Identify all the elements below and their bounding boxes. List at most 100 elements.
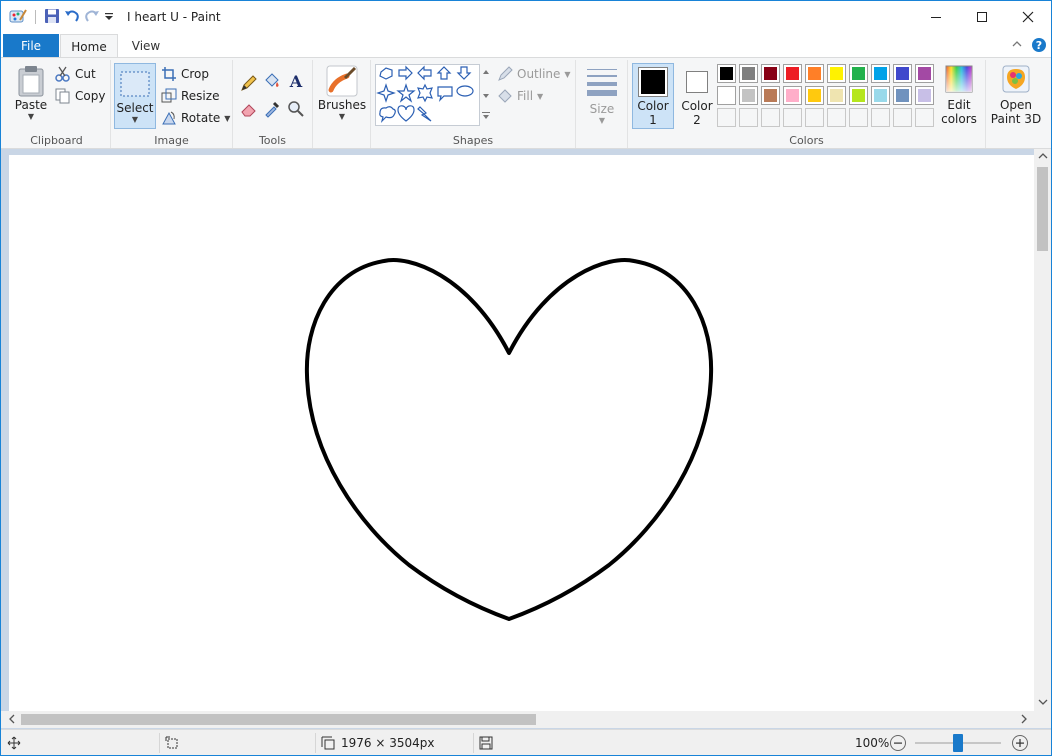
copy-button[interactable]: Copy [55,86,105,106]
shapes-scrollbar[interactable] [479,64,491,126]
custom-color-slot[interactable] [761,108,780,127]
maximize-button[interactable] [959,1,1005,33]
vertical-scrollbar[interactable] [1034,149,1051,711]
color-swatch[interactable] [761,86,780,105]
color-swatch[interactable] [871,64,890,83]
color-swatch[interactable] [739,86,758,105]
brushes-dropdown-icon: ▼ [338,112,346,121]
cloud-callout-shape-icon[interactable] [379,106,396,123]
hexagon-shape-icon[interactable] [379,67,393,80]
save-icon[interactable] [44,8,60,27]
color-swatch[interactable] [761,64,780,83]
brushes-button[interactable]: Brushes ▼ [317,64,367,121]
right-arrow-shape-icon[interactable] [398,65,413,81]
redo-icon[interactable] [84,8,100,27]
minimize-button[interactable] [913,1,959,33]
color-swatch[interactable] [849,64,868,83]
scroll-left-icon[interactable] [7,714,17,727]
color1-number: 1 [649,113,657,127]
color-swatch[interactable] [739,64,758,83]
color-swatch[interactable] [915,86,934,105]
rounded-callout-shape-icon[interactable] [437,86,453,102]
edit-colors-button[interactable]: Edit colors [938,64,980,126]
custom-color-slot[interactable] [871,108,890,127]
scroll-right-icon[interactable] [1019,714,1029,727]
color-swatch[interactable] [783,86,802,105]
fill-button[interactable]: Fill ▼ [497,86,543,106]
eraser-icon[interactable] [240,100,258,121]
resize-button[interactable]: Resize [161,86,219,106]
close-button[interactable] [1005,1,1051,33]
color-swatch[interactable] [805,86,824,105]
custom-color-slot[interactable] [915,108,934,127]
color1-button[interactable]: Color 1 [632,63,674,129]
custom-color-slot[interactable] [717,108,736,127]
color-swatch[interactable] [827,64,846,83]
zoom-level: 100% [855,736,890,750]
color-swatch[interactable] [717,86,736,105]
outline-button[interactable]: Outline ▼ [497,64,571,84]
rotate-dropdown-icon: ▼ [224,113,231,123]
left-arrow-shape-icon[interactable] [417,65,432,81]
color-swatch-fill [830,67,843,80]
oval-callout-shape-icon[interactable] [456,85,474,97]
crop-button[interactable]: Crop [161,64,209,84]
open-paint3d-button[interactable]: Open Paint 3D [990,64,1042,126]
text-icon[interactable]: A [287,72,305,93]
up-arrow-shape-icon[interactable] [436,66,452,80]
ribbon: Paste ▼ Cut Copy Clipboard Select ▼ Crop… [1,57,1051,149]
color-swatch[interactable] [827,86,846,105]
vertical-scroll-thumb[interactable] [1037,167,1048,251]
select-icon [120,71,150,97]
cut-button[interactable]: Cut [55,64,96,84]
color-swatch[interactable] [893,64,912,83]
scroll-down-icon[interactable] [1038,697,1048,710]
color-swatch[interactable] [871,86,890,105]
file-size [479,730,493,756]
scroll-up-icon[interactable] [1038,151,1048,164]
tab-file[interactable]: File [3,34,59,58]
zoom-in-button[interactable] [1012,735,1028,751]
rotate-button[interactable]: Rotate ▼ [161,108,230,128]
color-picker-icon[interactable] [263,100,281,121]
customize-qat-icon[interactable] [104,10,114,25]
custom-color-slot[interactable] [805,108,824,127]
color-swatch[interactable] [893,86,912,105]
paste-button[interactable]: Paste ▼ [11,64,51,121]
color-swatch[interactable] [717,64,736,83]
select-button[interactable]: Select ▼ [114,63,156,129]
six-point-star-shape-icon[interactable] [417,83,433,103]
custom-color-slot[interactable] [827,108,846,127]
heart-shape-icon[interactable] [397,105,415,122]
paint-app-icon[interactable] [9,8,27,27]
custom-color-slot[interactable] [893,108,912,127]
fill-bucket-icon[interactable] [263,72,281,93]
zoom-slider-thumb[interactable] [953,734,963,752]
undo-icon[interactable] [64,8,80,27]
four-point-star-shape-icon[interactable] [376,83,396,103]
magnifier-icon[interactable] [287,100,305,121]
color-swatch[interactable] [849,86,868,105]
help-icon[interactable]: ? [1031,37,1047,56]
down-arrow-shape-icon[interactable] [456,66,472,80]
custom-color-slot[interactable] [783,108,802,127]
custom-color-slot[interactable] [849,108,868,127]
size-button[interactable]: Size ▼ [581,66,623,125]
image-group-label: Image [154,134,189,147]
custom-color-slot[interactable] [739,108,758,127]
five-point-star-shape-icon[interactable] [396,83,416,103]
color2-button[interactable]: Color 2 [676,63,718,129]
lightning-shape-icon[interactable] [417,106,432,122]
horizontal-scroll-thumb[interactable] [21,714,536,725]
pencil-icon[interactable] [240,74,258,95]
color-swatch[interactable] [915,64,934,83]
color-swatch-fill [896,89,909,102]
tab-home[interactable]: Home [60,34,118,58]
collapse-ribbon-icon[interactable] [1011,38,1023,53]
zoom-out-button[interactable] [890,735,906,751]
horizontal-scrollbar[interactable] [1,711,1051,728]
color-swatch[interactable] [805,64,824,83]
drawing-canvas[interactable] [9,155,1035,711]
tab-view[interactable]: View [119,34,173,58]
color-swatch[interactable] [783,64,802,83]
